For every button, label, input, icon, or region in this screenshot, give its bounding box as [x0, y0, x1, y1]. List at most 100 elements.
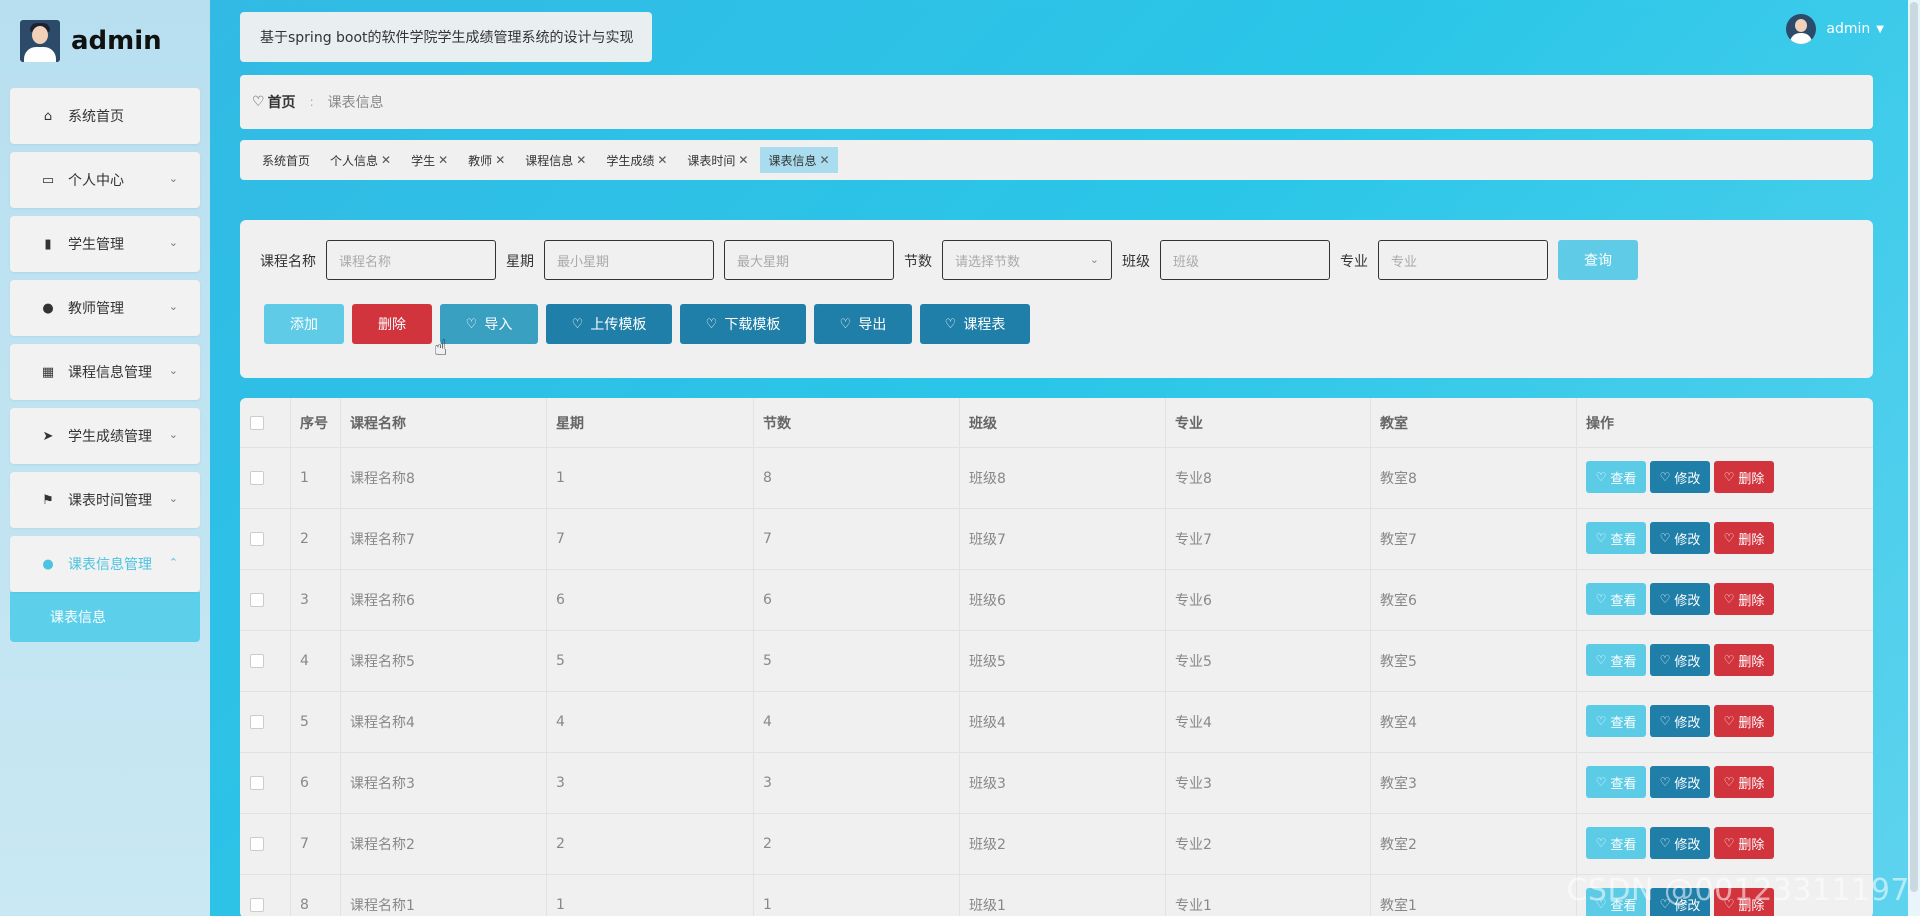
row-checkbox[interactable] [250, 715, 264, 729]
row-delete-button[interactable]: ♡ 删除 [1714, 766, 1774, 798]
row-delete-button[interactable]: ♡ 删除 [1714, 705, 1774, 737]
table-cell: 6 [556, 592, 565, 608]
row-delete-button[interactable]: ♡ 删除 [1714, 644, 1774, 676]
major-input[interactable]: 专业 [1378, 240, 1548, 280]
edit-button[interactable]: ♡ 修改 [1650, 522, 1710, 554]
close-icon[interactable]: ✕ [438, 153, 448, 167]
table-cell: 专业2 [1175, 837, 1212, 853]
row-select-cell [250, 692, 264, 752]
tag-0[interactable]: 系统首页 [254, 147, 318, 173]
week-max-input[interactable]: 最大星期 [724, 240, 894, 280]
row-checkbox[interactable] [250, 776, 264, 790]
tag-2[interactable]: 学生 ✕ [403, 147, 456, 173]
close-icon[interactable]: ✕ [657, 153, 667, 167]
edit-button[interactable]: ♡ 修改 [1650, 766, 1710, 798]
page-scrollbar[interactable] [1908, 0, 1920, 916]
row-checkbox[interactable] [250, 898, 264, 912]
tag-1[interactable]: 个人信息 ✕ [322, 147, 399, 173]
table-header-row: 序号 课程名称 星期 节数 班级 专业 教室 操作 [240, 398, 1873, 448]
view-button[interactable]: ♡ 查看 [1586, 522, 1646, 554]
table-cell: 课程名称4 [350, 715, 415, 731]
breadcrumb-separator: : [309, 95, 314, 109]
view-button[interactable]: ♡ 查看 [1586, 583, 1646, 615]
sidebar-item-0[interactable]: ⌂ 系统首页 [10, 88, 200, 144]
close-icon[interactable]: ✕ [381, 153, 391, 167]
sidebar-item-7[interactable]: ● 课表信息管理 ⌃ [10, 536, 200, 592]
row-checkbox[interactable] [250, 593, 264, 607]
chevron-down-icon: ⌄ [168, 172, 178, 185]
delete-label: 删除 [1738, 715, 1765, 731]
edit-button[interactable]: ♡ 修改 [1650, 461, 1710, 493]
view-button[interactable]: ♡ 查看 [1586, 461, 1646, 493]
row-checkbox[interactable] [250, 837, 264, 851]
table-cell: 2 [556, 836, 565, 852]
select-all-cell [250, 398, 264, 447]
class-input[interactable]: 班级 [1160, 240, 1330, 280]
row-checkbox[interactable] [250, 532, 264, 546]
tag-6[interactable]: 课表时间 ✕ [679, 147, 756, 173]
sidebar-item-3[interactable]: ● 教师管理 ⌄ [10, 280, 200, 336]
row-delete-button[interactable]: ♡ 删除 [1714, 461, 1774, 493]
table-cell: 班级1 [969, 898, 1006, 914]
query-button[interactable]: 查询 [1558, 240, 1638, 280]
table-cell: 教室8 [1380, 471, 1417, 487]
table-cell: 1 [300, 470, 309, 486]
sidebar-subitem-schedule-info[interactable]: 课表信息 [10, 592, 200, 642]
download-template-label: 下载模板 [724, 317, 781, 333]
edit-button[interactable]: ♡ 修改 [1650, 583, 1710, 615]
view-button[interactable]: ♡ 查看 [1586, 705, 1646, 737]
tag-3[interactable]: 教师 ✕ [460, 147, 513, 173]
close-icon[interactable]: ✕ [738, 153, 748, 167]
upload-template-label: 上传模板 [590, 317, 647, 333]
row-checkbox[interactable] [250, 471, 264, 485]
row-delete-button[interactable]: ♡ 删除 [1714, 522, 1774, 554]
delete-button[interactable]: 删除 [352, 304, 432, 344]
edit-button[interactable]: ♡ 修改 [1650, 705, 1710, 737]
close-icon[interactable]: ✕ [820, 153, 830, 167]
schedule-button[interactable]: ♡ 课程表 [920, 304, 1030, 344]
tag-5[interactable]: 学生成绩 ✕ [598, 147, 675, 173]
download-template-button[interactable]: ♡ 下载模板 [680, 304, 806, 344]
edit-button[interactable]: ♡ 修改 [1650, 827, 1710, 859]
sidebar-item-5[interactable]: ➤ 学生成绩管理 ⌄ [10, 408, 200, 464]
tag-7[interactable]: 课表信息 ✕ [760, 147, 838, 173]
table-cell: 5 [556, 653, 565, 669]
sidebar-item-4[interactable]: ▦ 课程信息管理 ⌄ [10, 344, 200, 400]
week-min-input[interactable]: 最小星期 [544, 240, 714, 280]
view-button[interactable]: ♡ 查看 [1586, 644, 1646, 676]
section-select[interactable]: 请选择节数 ⌄ [942, 240, 1112, 280]
brand-title: admin [71, 26, 162, 56]
column-header: 序号 [300, 415, 328, 432]
sidebar-item-1[interactable]: ▭ 个人中心 ⌄ [10, 152, 200, 208]
row-delete-button[interactable]: ♡ 删除 [1714, 827, 1774, 859]
view-button[interactable]: ♡ 查看 [1586, 766, 1646, 798]
export-label: 导出 [858, 317, 887, 333]
scrollbar-thumb[interactable] [1910, 2, 1918, 892]
close-icon[interactable]: ✕ [576, 153, 586, 167]
table-cell: 教室5 [1380, 654, 1417, 670]
tag-label: 个人信息 [330, 153, 379, 168]
table-cell: 教室4 [1380, 715, 1417, 731]
row-delete-button[interactable]: ♡ 删除 [1714, 583, 1774, 615]
heart-icon: ♡ [1659, 775, 1671, 789]
tag-4[interactable]: 课程信息 ✕ [517, 147, 594, 173]
edit-button[interactable]: ♡ 修改 [1650, 644, 1710, 676]
add-button[interactable]: 添加 [264, 304, 344, 344]
close-icon[interactable]: ✕ [495, 153, 505, 167]
select-all-checkbox[interactable] [250, 415, 264, 430]
user-menu[interactable]: admin ▼ [1786, 14, 1884, 44]
course-name-input[interactable]: 课程名称 [326, 240, 496, 280]
view-button[interactable]: ♡ 查看 [1586, 827, 1646, 859]
sidebar-item-6[interactable]: ⚑ 课表时间管理 ⌄ [10, 472, 200, 528]
heart-icon: ♡ [944, 316, 957, 332]
upload-template-button[interactable]: ♡ 上传模板 [546, 304, 672, 344]
tag-label: 学生 [411, 153, 436, 168]
sidebar-item-2[interactable]: ▮ 学生管理 ⌄ [10, 216, 200, 272]
column-header: 操作 [1586, 415, 1614, 432]
view-label: 查看 [1610, 776, 1637, 792]
sidebar-item-label: 个人中心 [68, 173, 124, 189]
row-checkbox[interactable] [250, 654, 264, 668]
breadcrumb-home[interactable]: 首页 [268, 92, 296, 112]
export-button[interactable]: ♡ 导出 [814, 304, 912, 344]
import-button[interactable]: ♡ 导入 [440, 304, 538, 344]
